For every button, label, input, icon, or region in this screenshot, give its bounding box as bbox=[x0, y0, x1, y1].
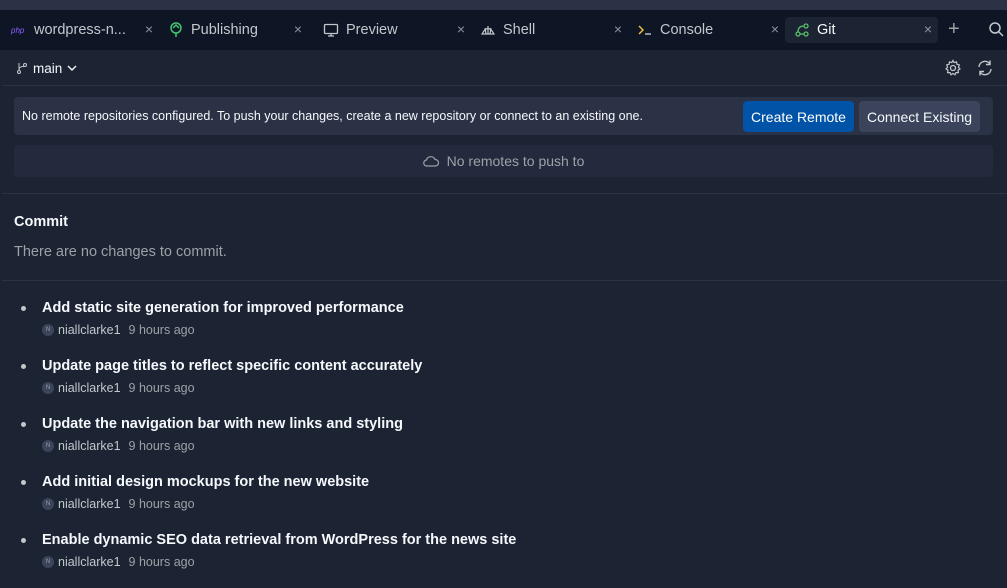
gear-icon[interactable] bbox=[944, 59, 962, 82]
refresh-icon[interactable] bbox=[976, 59, 994, 82]
cloud-icon bbox=[422, 156, 439, 167]
commit-author: niallclarke1 bbox=[58, 381, 121, 395]
divider bbox=[2, 193, 1007, 194]
close-icon[interactable]: × bbox=[771, 21, 779, 37]
branch-name: main bbox=[33, 60, 63, 76]
git-panel: main No remote repositories configured. … bbox=[2, 50, 1007, 569]
notice-message: No remote repositories configured. To pu… bbox=[22, 109, 643, 123]
bullet bbox=[21, 364, 26, 369]
avatar: N bbox=[42, 498, 54, 510]
branch-bar: main bbox=[2, 50, 1007, 86]
avatar: N bbox=[42, 440, 54, 452]
tab-label: Console bbox=[660, 22, 714, 38]
close-icon[interactable]: × bbox=[145, 21, 153, 37]
svg-text:php: php bbox=[10, 26, 25, 35]
close-icon[interactable]: × bbox=[457, 21, 465, 37]
avatar: N bbox=[42, 382, 54, 394]
tab-shell[interactable]: Shell × bbox=[471, 17, 628, 43]
no-remotes-text: No remotes to push to bbox=[446, 153, 585, 169]
bullet bbox=[21, 306, 26, 311]
tab-preview[interactable]: Preview × bbox=[314, 17, 471, 43]
tab-label: Publishing bbox=[191, 22, 258, 38]
branch-selector[interactable]: main bbox=[16, 58, 82, 78]
shell-icon bbox=[479, 21, 497, 39]
commit-author: niallclarke1 bbox=[58, 497, 121, 511]
commit-message: Update the navigation bar with new links… bbox=[42, 416, 403, 432]
commit-meta: N niallclarke1 9 hours ago bbox=[42, 439, 195, 453]
divider bbox=[2, 280, 1007, 281]
tab-label: Git bbox=[817, 22, 836, 38]
publishing-icon bbox=[167, 21, 185, 39]
close-icon[interactable]: × bbox=[924, 21, 932, 37]
tab-label: Shell bbox=[503, 22, 536, 38]
commit-author: niallclarke1 bbox=[58, 323, 121, 337]
commit-item[interactable]: Add initial design mockups for the new w… bbox=[2, 472, 1007, 530]
avatar: N bbox=[42, 556, 54, 568]
commit-empty-message: There are no changes to commit. bbox=[14, 244, 227, 260]
commit-item[interactable]: Update the navigation bar with new links… bbox=[2, 414, 1007, 472]
close-icon[interactable]: × bbox=[614, 21, 622, 37]
php-icon: php bbox=[10, 21, 28, 39]
chevron-down-icon bbox=[67, 65, 77, 71]
commit-time: 9 hours ago bbox=[128, 555, 195, 569]
git-branch-icon bbox=[17, 63, 27, 74]
tab-publishing[interactable]: Publishing × bbox=[159, 17, 308, 43]
remote-notice: No remote repositories configured. To pu… bbox=[14, 97, 993, 135]
tab-console[interactable]: Console × bbox=[628, 17, 785, 43]
add-tab-button[interactable]: + bbox=[948, 19, 968, 41]
tab-label: Preview bbox=[346, 22, 398, 38]
git-icon bbox=[793, 21, 811, 39]
commit-meta: N niallclarke1 9 hours ago bbox=[42, 381, 195, 395]
monitor-icon bbox=[322, 21, 340, 39]
connect-existing-button[interactable]: Connect Existing bbox=[859, 101, 980, 132]
commit-item[interactable]: Add static site generation for improved … bbox=[2, 298, 1007, 356]
bullet bbox=[21, 538, 26, 543]
close-icon[interactable]: × bbox=[294, 21, 302, 37]
commit-heading: Commit bbox=[14, 214, 68, 230]
commit-time: 9 hours ago bbox=[128, 323, 195, 337]
commit-item[interactable]: Update page titles to reflect specific c… bbox=[2, 356, 1007, 414]
tab-label: wordpress-n... bbox=[34, 22, 126, 38]
commit-time: 9 hours ago bbox=[128, 439, 195, 453]
commit-item[interactable]: Enable dynamic SEO data retrieval from W… bbox=[2, 530, 1007, 588]
commit-meta: N niallclarke1 9 hours ago bbox=[42, 323, 195, 337]
tab-bar: php wordpress-n... × Publishing × Previe… bbox=[0, 10, 1007, 50]
terminal-prompt-icon bbox=[636, 21, 654, 39]
commit-history-list: Add static site generation for improved … bbox=[2, 298, 1007, 588]
commit-time: 9 hours ago bbox=[128, 381, 195, 395]
commit-author: niallclarke1 bbox=[58, 555, 121, 569]
commit-time: 9 hours ago bbox=[128, 497, 195, 511]
commit-meta: N niallclarke1 9 hours ago bbox=[42, 555, 195, 569]
window-top-strip bbox=[0, 0, 1007, 10]
create-remote-button[interactable]: Create Remote bbox=[743, 101, 854, 132]
tab-git[interactable]: Git × bbox=[785, 17, 938, 43]
tab-wordpress[interactable]: php wordpress-n... × bbox=[2, 17, 159, 43]
commit-meta: N niallclarke1 9 hours ago bbox=[42, 497, 195, 511]
commit-author: niallclarke1 bbox=[58, 439, 121, 453]
avatar: N bbox=[42, 324, 54, 336]
search-icon[interactable] bbox=[988, 21, 1004, 42]
commit-message: Update page titles to reflect specific c… bbox=[42, 358, 423, 374]
no-remotes-banner: No remotes to push to bbox=[14, 145, 993, 177]
commit-message: Add initial design mockups for the new w… bbox=[42, 474, 370, 490]
commit-message: Add static site generation for improved … bbox=[42, 300, 404, 316]
bullet bbox=[21, 480, 26, 485]
bullet bbox=[21, 422, 26, 427]
